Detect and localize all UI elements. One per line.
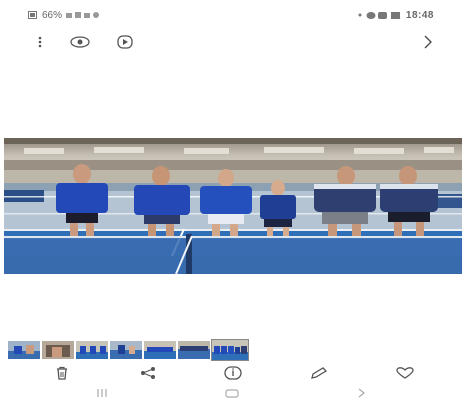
battery-saver-icon <box>28 11 38 19</box>
heart-icon[interactable] <box>393 362 417 384</box>
play-circle-icon[interactable] <box>114 30 136 54</box>
edit-icon[interactable] <box>307 362 331 384</box>
thumbnail-strip <box>8 339 249 361</box>
status-dot-icon <box>358 13 362 17</box>
system-nav-bar <box>0 386 462 400</box>
status-time: 18:48 <box>405 9 434 21</box>
home-icon[interactable] <box>222 386 242 400</box>
share-icon[interactable] <box>136 362 160 384</box>
notification-icons <box>366 11 402 20</box>
trash-icon[interactable] <box>50 362 74 384</box>
main-photo[interactable] <box>4 138 462 274</box>
chevron-right-icon[interactable] <box>418 30 438 54</box>
status-left: 66% <box>28 10 100 21</box>
thumbnail[interactable] <box>76 341 108 359</box>
thumbnail[interactable] <box>8 341 40 359</box>
info-icon[interactable] <box>221 362 245 384</box>
battery-percent: 66% <box>42 9 63 21</box>
status-right: 18:48 <box>358 10 434 21</box>
viewer-toolbar <box>0 30 462 54</box>
thumbnail[interactable] <box>42 341 74 359</box>
thumbnail[interactable] <box>178 341 210 359</box>
thumbnail-selected[interactable] <box>211 339 249 361</box>
thumbnail[interactable] <box>144 341 176 359</box>
back-icon[interactable] <box>352 386 372 400</box>
more-vert-icon[interactable] <box>30 30 50 54</box>
team-photo-image <box>4 138 462 274</box>
eye-icon[interactable] <box>68 30 92 54</box>
network-icon <box>66 11 100 19</box>
thumbnail[interactable] <box>110 341 142 359</box>
status-bar: 66% 18:48 <box>0 0 462 30</box>
recents-icon[interactable] <box>92 386 112 400</box>
photo-action-bar <box>0 362 462 384</box>
